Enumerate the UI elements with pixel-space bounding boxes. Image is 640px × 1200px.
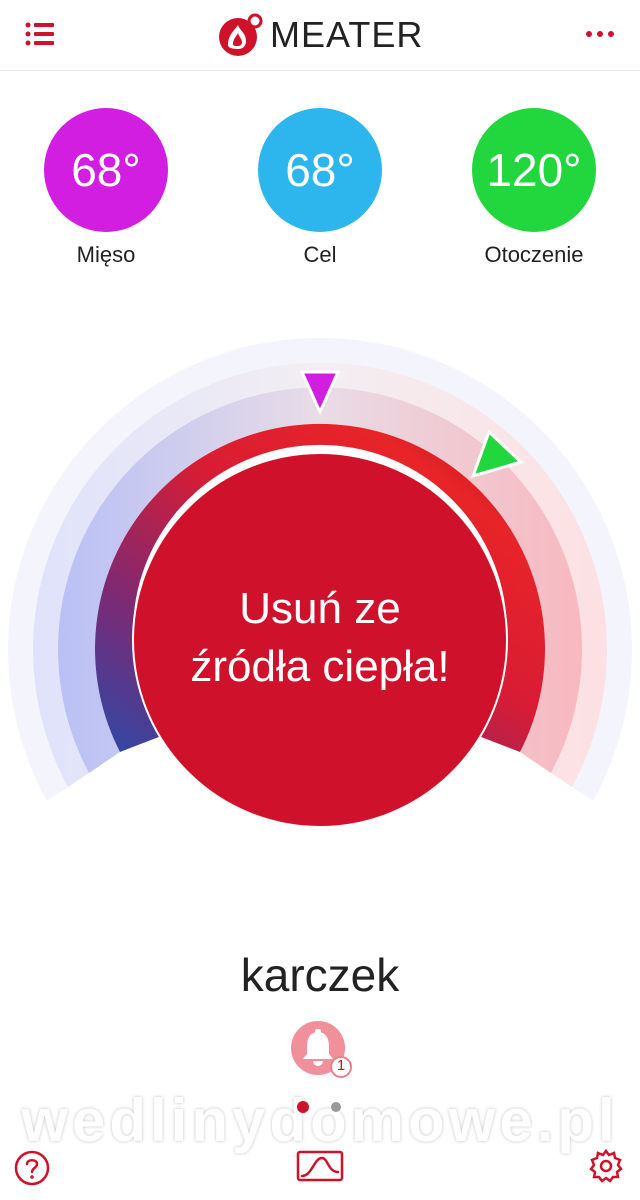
help-question-icon	[14, 1150, 50, 1186]
target-temp-readout[interactable]: 68° Cel	[258, 108, 382, 268]
meat-temp-label: Mięso	[76, 242, 136, 267]
app-header: MEATER	[0, 0, 640, 71]
alarm-count-badge: 1	[336, 1057, 346, 1074]
app-title: MEATER	[270, 14, 424, 55]
more-dots-icon	[586, 31, 614, 37]
meat-temp-readout[interactable]: 68° Mięso	[44, 108, 168, 268]
watermark: wedlinydomowe.pl	[21, 1087, 619, 1154]
settings-button[interactable]	[588, 1148, 624, 1189]
help-button[interactable]	[14, 1150, 50, 1191]
meater-logo: MEATER	[216, 10, 423, 60]
dial-message-line2: źródła ciepła!	[190, 642, 450, 691]
target-temp-circle: 68°	[258, 108, 382, 232]
target-temp-value: 68°	[285, 144, 355, 196]
meat-temp-value: 68°	[71, 144, 141, 196]
alarm-button[interactable]: 1	[290, 1020, 354, 1084]
dial-message: Usuń ze źródła ciepła!	[160, 580, 480, 696]
menu-button[interactable]	[24, 20, 56, 48]
ambient-temp-circle: 120°	[472, 108, 596, 232]
graph-chart-icon	[296, 1150, 344, 1182]
ambient-temp-readout[interactable]: 120° Otoczenie	[472, 108, 596, 268]
meat-temp-circle: 68°	[44, 108, 168, 232]
flame-logo-icon	[219, 13, 263, 56]
page-dot-inactive[interactable]	[331, 1102, 341, 1112]
target-temp-label: Cel	[303, 242, 337, 267]
gear-icon	[589, 1148, 623, 1183]
bell-icon	[291, 1021, 352, 1078]
graph-button[interactable]	[296, 1148, 344, 1189]
page-dot-active[interactable]	[297, 1101, 309, 1113]
more-options-button[interactable]	[584, 24, 616, 44]
list-menu-icon	[25, 22, 54, 46]
dial-message-line1: Usuń ze	[239, 584, 401, 633]
ambient-temp-label: Otoczenie	[484, 242, 584, 267]
page-indicator[interactable]	[296, 1100, 346, 1114]
ambient-temp-value: 120°	[486, 144, 582, 196]
cook-name[interactable]: karczek	[0, 948, 640, 1002]
